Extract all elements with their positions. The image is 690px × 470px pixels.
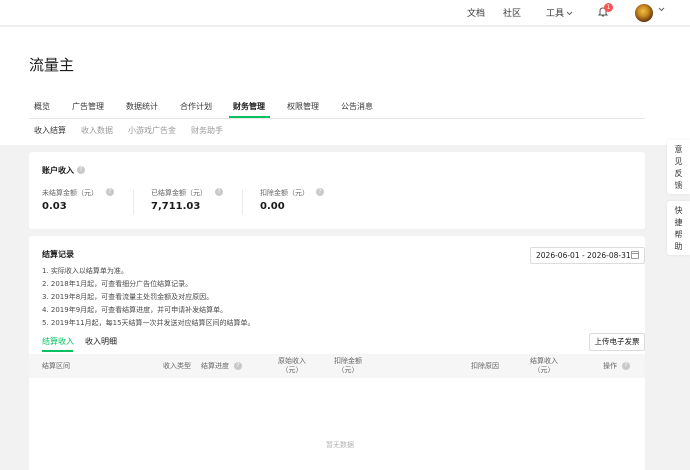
nav-tools-label: 工具: [546, 9, 565, 19]
column-original-income: 原始收入 （元）: [272, 357, 312, 375]
stat-divider: [133, 189, 134, 215]
page-title: 流量主: [29, 56, 75, 74]
active-inner-tab-indicator: [42, 350, 73, 352]
empty-state-text: 暂无数据: [326, 441, 354, 449]
help-char: 捷: [674, 218, 683, 227]
subtab-settlement[interactable]: 收入结算: [34, 125, 66, 136]
help-char: 帮: [674, 230, 683, 239]
tab-permissions[interactable]: 权限管理: [287, 101, 319, 112]
avatar[interactable]: [635, 4, 653, 22]
subtab-finance-assistant[interactable]: 财务助手: [191, 125, 223, 136]
column-action: 操作: [603, 362, 617, 370]
calendar-icon: [631, 251, 639, 259]
column-income-type: 收入类型: [163, 362, 191, 370]
stat-divider: [242, 189, 243, 215]
help-icon[interactable]: ?: [215, 188, 223, 196]
account-income-title: 账户收入: [42, 166, 74, 175]
note-line: 5. 2019年11月起，每15天结算一次并发送对应结算区间的结算单。: [42, 319, 255, 327]
help-char: 助: [674, 242, 683, 251]
feedback-char: 反: [674, 169, 683, 178]
nav-community-link[interactable]: 社区: [503, 6, 521, 19]
tab-cooperation[interactable]: 合作计划: [180, 101, 212, 112]
tab-finance[interactable]: 财务管理: [233, 101, 265, 112]
column-settled-income: 结算收入 （元）: [524, 357, 564, 375]
tab-ad-management[interactable]: 广告管理: [72, 101, 104, 112]
note-line: 4. 2019年9月起，可查看结算进度，并可申请补发结算单。: [42, 306, 228, 314]
column-deduction-line1: 扣除金额: [334, 357, 362, 365]
help-icon[interactable]: ?: [106, 188, 114, 196]
help-icon[interactable]: ?: [316, 188, 324, 196]
quick-help-button[interactable]: 快 捷 帮 助: [667, 201, 690, 255]
note-line: 3. 2019年8月起，可查看流量主处罚金额及对应原因。: [42, 293, 214, 301]
note-line: 1. 实际收入以结算单为准。: [42, 267, 128, 275]
nav-tools-menu[interactable]: 工具: [546, 6, 573, 19]
notification-count-badge: 1: [604, 3, 613, 12]
tab-settlement-income[interactable]: 结算收入: [42, 336, 74, 347]
feedback-button[interactable]: 意 见 反 馈: [667, 140, 690, 194]
deducted-label: 扣除金额（元）: [260, 189, 309, 197]
note-line: 2. 2018年1月起，可查看细分广告位结算记录。: [42, 280, 193, 288]
column-deduction: 扣除金额 （元）: [328, 357, 368, 375]
subtab-income-data[interactable]: 收入数据: [81, 125, 113, 136]
feedback-char: 见: [674, 157, 683, 166]
help-char: 快: [674, 206, 683, 215]
column-period: 结算区间: [42, 362, 70, 370]
tab-divider: [29, 118, 645, 119]
column-progress: 结算进度: [201, 362, 229, 370]
tab-statistics[interactable]: 数据统计: [126, 101, 158, 112]
nav-docs-link[interactable]: 文档: [467, 6, 485, 19]
settled-value: 7,711.03: [151, 201, 201, 212]
help-icon[interactable]: ?: [622, 362, 630, 370]
tab-overview[interactable]: 概览: [34, 101, 50, 112]
tab-income-details[interactable]: 收入明细: [85, 336, 117, 347]
top-bar: [0, 0, 690, 26]
column-original-income-line1: 原始收入: [278, 357, 306, 365]
tab-announcements[interactable]: 公告消息: [341, 101, 373, 112]
chevron-down-icon[interactable]: [658, 7, 665, 12]
column-deduction-line2: （元）: [337, 366, 359, 374]
help-icon[interactable]: ?: [77, 166, 85, 174]
column-settled-income-line1: 结算收入: [530, 357, 558, 365]
subtab-minigame-fund[interactable]: 小游戏广告金: [128, 125, 176, 136]
settlement-records-title: 结算记录: [42, 250, 74, 259]
account-income-card: [29, 152, 645, 229]
unsettled-label: 未结算金额（元）: [42, 189, 98, 197]
help-icon[interactable]: ?: [234, 362, 242, 370]
chevron-down-icon: [566, 11, 573, 16]
feedback-char: 意: [674, 145, 683, 154]
feedback-char: 馈: [674, 181, 683, 190]
deducted-value: 0.00: [260, 201, 285, 212]
column-original-income-line2: （元）: [281, 366, 303, 374]
unsettled-value: 0.03: [42, 201, 67, 212]
settled-label: 已结算金额（元）: [151, 189, 207, 197]
column-settled-income-line2: （元）: [533, 366, 555, 374]
date-range-picker[interactable]: 2026-06-01 - 2026-08-31: [530, 247, 645, 264]
column-deduction-reason: 扣除原因: [471, 362, 499, 370]
upload-invoice-button[interactable]: 上传电子发票: [589, 333, 645, 351]
